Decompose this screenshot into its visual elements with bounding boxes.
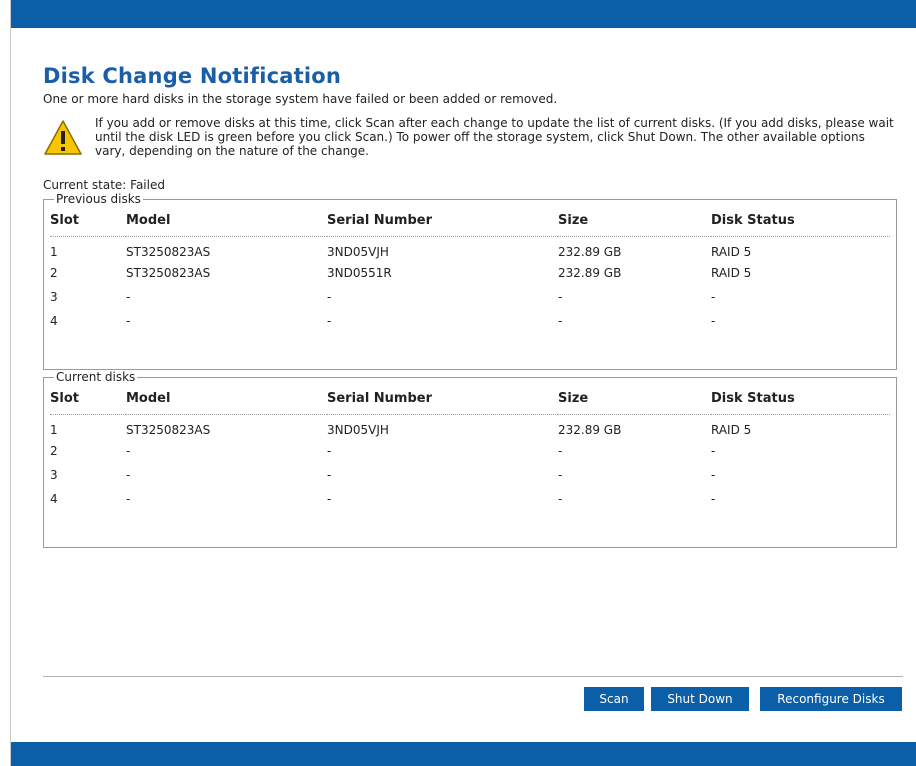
current-disks-legend: Current disks <box>56 370 136 384</box>
cell-model: ST3250823AS <box>126 423 211 437</box>
cell-model: - <box>126 468 131 482</box>
previous-disks-group: Previous disks Slot Model Serial Number … <box>43 192 897 370</box>
cell-serial: - <box>327 468 332 482</box>
cell-serial: 3ND0551R <box>327 266 392 280</box>
column-header-size: Size <box>558 384 711 415</box>
cell-status: - <box>711 314 716 328</box>
table-header-row: Slot Model Serial Number Size Disk Statu… <box>50 384 890 415</box>
cell-serial: - <box>327 314 332 328</box>
table-row: 1 ST3250823AS 3ND05VJH 232.89 GB RAID 5 <box>50 237 890 262</box>
cell-slot: 3 <box>50 468 58 482</box>
column-header-model: Model <box>126 384 327 415</box>
table-row: 2 ST3250823AS 3ND0551R 232.89 GB RAID 5 <box>50 261 890 285</box>
cell-status: RAID 5 <box>711 266 752 280</box>
cell-model: - <box>126 444 131 458</box>
main-content: Disk Change Notification One or more har… <box>43 64 903 548</box>
table-row: 3 - - - - <box>50 285 890 309</box>
table-row: 2 - - - - <box>50 439 890 463</box>
page-title: Disk Change Notification <box>43 64 342 88</box>
cell-status: RAID 5 <box>711 245 752 259</box>
cell-size: 232.89 GB <box>558 266 622 280</box>
cell-size: - <box>558 314 563 328</box>
cell-slot: 1 <box>50 245 58 259</box>
cell-status: - <box>711 444 716 458</box>
cell-serial: 3ND05VJH <box>327 423 389 437</box>
cell-size: - <box>558 290 563 304</box>
cell-slot: 4 <box>50 314 58 328</box>
cell-size: 232.89 GB <box>558 423 622 437</box>
cell-model: ST3250823AS <box>126 245 211 259</box>
cell-status: - <box>711 468 716 482</box>
column-header-size: Size <box>558 206 711 237</box>
cell-model: ST3250823AS <box>126 266 211 280</box>
window-left-border <box>0 0 11 766</box>
shut-down-button[interactable]: Shut Down <box>651 687 749 711</box>
cell-model: - <box>126 314 131 328</box>
cell-slot: 3 <box>50 290 58 304</box>
column-header-serial: Serial Number <box>327 206 558 237</box>
cell-size: - <box>558 444 563 458</box>
table-row: 1 ST3250823AS 3ND05VJH 232.89 GB RAID 5 <box>50 415 890 440</box>
cell-slot: 2 <box>50 266 58 280</box>
cell-slot: 4 <box>50 492 58 506</box>
cell-status: - <box>711 492 716 506</box>
previous-disks-table: Slot Model Serial Number Size Disk Statu… <box>50 206 890 333</box>
table-row: 4 - - - - <box>50 487 890 511</box>
cell-size: - <box>558 492 563 506</box>
column-header-status: Disk Status <box>711 206 890 237</box>
table-row: 4 - - - - <box>50 309 890 333</box>
current-state-label: Current state: <box>43 178 127 192</box>
cell-status: RAID 5 <box>711 423 752 437</box>
column-header-slot: Slot <box>50 384 126 415</box>
notice-panel: If you add or remove disks at this time,… <box>43 116 903 158</box>
cell-status: - <box>711 290 716 304</box>
action-buttons: Scan Shut Down Reconfigure Disks <box>584 687 902 711</box>
current-disks-group: Current disks Slot Model Serial Number S… <box>43 370 897 548</box>
column-header-status: Disk Status <box>711 384 890 415</box>
current-state: Current state: Failed <box>43 178 903 192</box>
cell-slot: 2 <box>50 444 58 458</box>
column-header-slot: Slot <box>50 206 126 237</box>
cell-model: - <box>126 492 131 506</box>
cell-slot: 1 <box>50 423 58 437</box>
column-header-serial: Serial Number <box>327 384 558 415</box>
notice-text: If you add or remove disks at this time,… <box>95 116 894 158</box>
previous-disks-legend: Previous disks <box>56 192 141 206</box>
column-header-model: Model <box>126 206 327 237</box>
footer-divider <box>43 676 903 677</box>
cell-serial: - <box>327 492 332 506</box>
scan-button[interactable]: Scan <box>584 687 644 711</box>
table-row: 3 - - - - <box>50 463 890 487</box>
table-header-row: Slot Model Serial Number Size Disk Statu… <box>50 206 890 237</box>
cell-model: - <box>126 290 131 304</box>
warning-icon <box>44 120 82 155</box>
cell-serial: - <box>327 290 332 304</box>
reconfigure-disks-button[interactable]: Reconfigure Disks <box>760 687 902 711</box>
cell-size: 232.89 GB <box>558 245 622 259</box>
current-state-value: Failed <box>130 178 165 192</box>
header-bar <box>11 0 916 28</box>
current-disks-table: Slot Model Serial Number Size Disk Statu… <box>50 384 890 511</box>
cell-serial: 3ND05VJH <box>327 245 389 259</box>
footer-bar <box>11 742 916 766</box>
cell-size: - <box>558 468 563 482</box>
page-subtitle: One or more hard disks in the storage sy… <box>43 92 558 106</box>
cell-serial: - <box>327 444 332 458</box>
